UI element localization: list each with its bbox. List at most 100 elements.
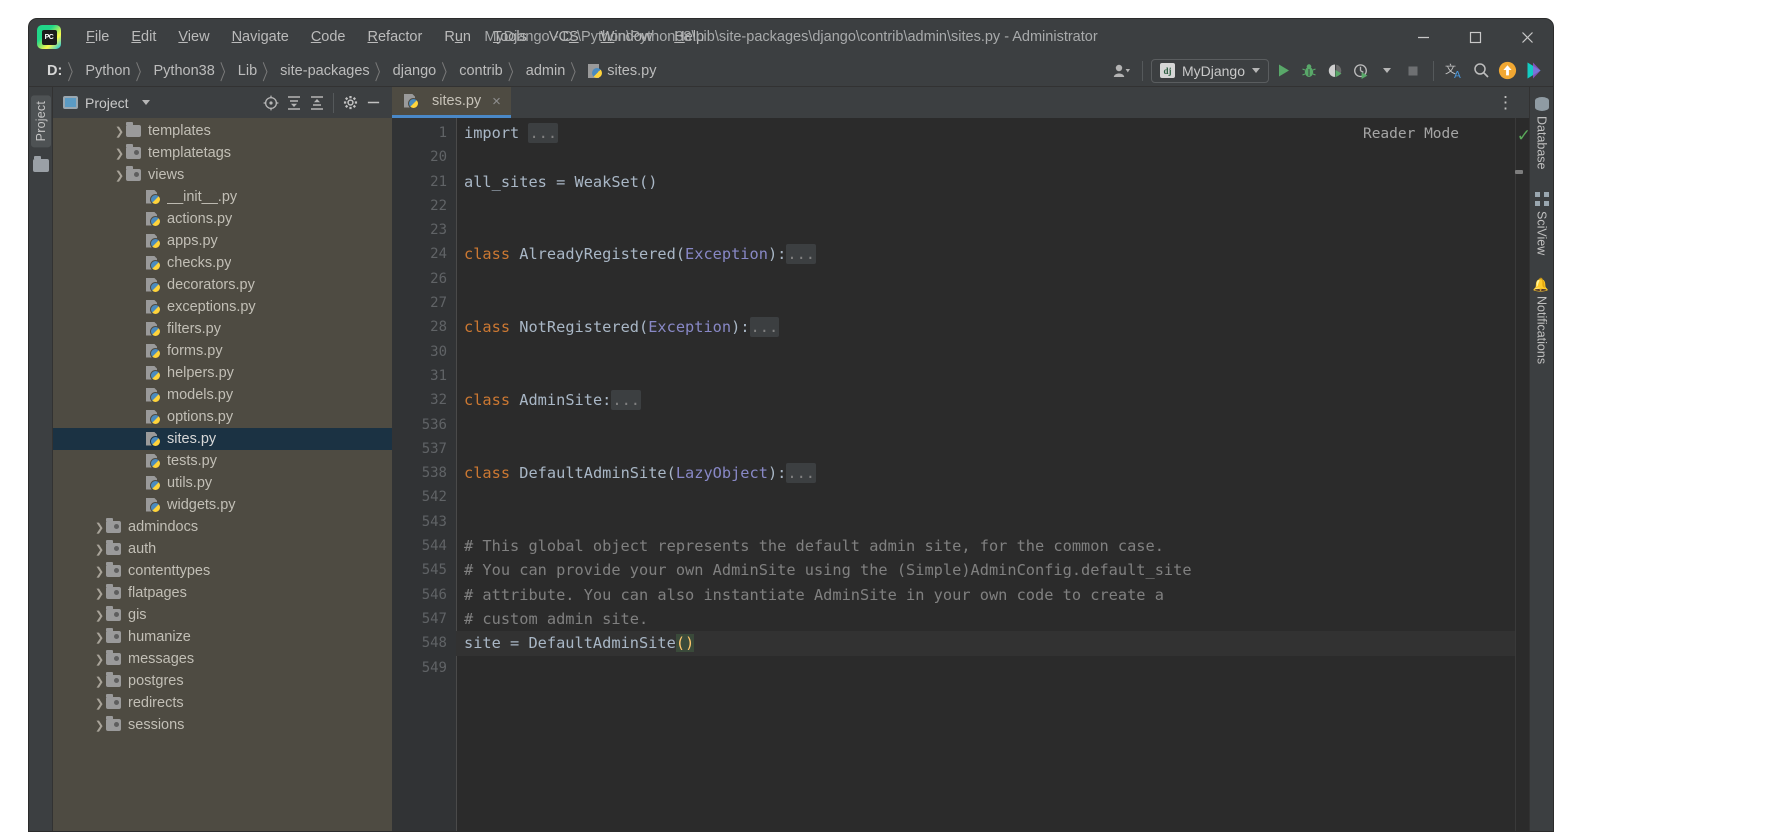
update-button[interactable] xyxy=(1495,59,1520,83)
translate-button[interactable]: 文 A xyxy=(1442,59,1467,83)
tree-item-auth[interactable]: ❯ auth xyxy=(53,538,392,560)
code-line[interactable] xyxy=(456,218,1515,242)
tree-item-contenttypes[interactable]: ❯ contenttypes xyxy=(53,560,392,582)
close-icon[interactable]: × xyxy=(492,93,501,110)
breadcrumb-item-contrib[interactable]: contrib xyxy=(455,61,507,81)
tree-item-filterspy[interactable]: filters.py xyxy=(53,318,392,340)
menu-item-help[interactable]: Help xyxy=(663,26,715,48)
code-editor[interactable]: 1+ 20 21 22 23 24+ 26 27 28+ 30 31 32+ 536 537 538+ 542… xyxy=(392,118,1531,831)
chevron-right-icon[interactable]: ❯ xyxy=(93,609,106,622)
breadcrumb-item-python38[interactable]: Python38 xyxy=(150,61,219,81)
breadcrumb-item-d[interactable]: D: xyxy=(43,61,66,81)
locate-file-button[interactable] xyxy=(260,92,282,114)
editor-options-icon[interactable]: ⋮ xyxy=(1491,94,1521,111)
tree-item-exceptionspy[interactable]: exceptions.py xyxy=(53,296,392,318)
code-content[interactable]: Reader Mode import ... all_sites = WeakSe… xyxy=(456,118,1515,831)
tree-item-sitespy[interactable]: sites.py xyxy=(53,428,392,450)
code-line[interactable]: import ... xyxy=(456,121,1515,145)
hide-panel-button[interactable] xyxy=(362,92,384,114)
menu-item-refactor[interactable]: Refactor xyxy=(357,26,434,48)
tree-item-humanize[interactable]: ❯ humanize xyxy=(53,626,392,648)
profile-selector-button[interactable] xyxy=(1110,59,1134,83)
chevron-right-icon[interactable]: ❯ xyxy=(113,147,126,160)
code-line[interactable] xyxy=(456,340,1515,364)
code-line[interactable] xyxy=(456,194,1515,218)
code-line[interactable]: # attribute. You can also instantiate Ad… xyxy=(456,583,1515,607)
chevron-right-icon[interactable]: ❯ xyxy=(93,653,106,666)
menu-item-navigate[interactable]: Navigate xyxy=(221,26,300,48)
breadcrumb-item-file[interactable]: sites.py xyxy=(584,61,660,81)
debug-button[interactable] xyxy=(1297,59,1321,83)
tree-item-utilspy[interactable]: utils.py xyxy=(53,472,392,494)
search-everywhere-button[interactable] xyxy=(1469,59,1493,83)
minimize-button[interactable] xyxy=(1397,19,1449,55)
code-line[interactable]: class AlreadyRegistered(Exception):... xyxy=(456,242,1515,266)
code-line[interactable] xyxy=(456,437,1515,461)
settings-gear-button[interactable] xyxy=(339,92,361,114)
breadcrumb-item-sitepackages[interactable]: site-packages xyxy=(276,61,373,81)
ide-features-button[interactable] xyxy=(1522,59,1547,83)
editor-error-stripe[interactable]: ✓ xyxy=(1515,118,1531,831)
tree-item-decoratorspy[interactable]: decorators.py xyxy=(53,274,392,296)
breadcrumb-item-django[interactable]: django xyxy=(389,61,441,81)
stripe-tab-database[interactable]: Database xyxy=(1533,93,1551,174)
code-line[interactable]: class NotRegistered(Exception):... xyxy=(456,315,1515,339)
chevron-right-icon[interactable]: ❯ xyxy=(113,169,126,182)
code-line[interactable]: # custom admin site. xyxy=(456,607,1515,631)
chevron-right-icon[interactable]: ❯ xyxy=(93,543,106,556)
menu-item-window[interactable]: Window xyxy=(590,26,664,48)
tree-item-optionspy[interactable]: options.py xyxy=(53,406,392,428)
menu-item-vcs[interactable]: VCS xyxy=(538,26,590,48)
code-line[interactable]: all_sites = WeakSet() xyxy=(456,170,1515,194)
run-button[interactable] xyxy=(1271,59,1295,83)
menu-item-run[interactable]: Run xyxy=(433,26,482,48)
reader-mode-label[interactable]: Reader Mode xyxy=(1363,126,1459,142)
close-button[interactable] xyxy=(1501,19,1553,55)
breadcrumb-item-admin[interactable]: admin xyxy=(522,61,570,81)
chevron-right-icon[interactable]: ❯ xyxy=(93,521,106,534)
tree-item-checkspy[interactable]: checks.py xyxy=(53,252,392,274)
code-line[interactable] xyxy=(456,656,1515,680)
tree-item-flatpages[interactable]: ❯ flatpages xyxy=(53,582,392,604)
chevron-right-icon[interactable]: ❯ xyxy=(93,587,106,600)
tree-item-postgres[interactable]: ❯ postgres xyxy=(53,670,392,692)
code-line[interactable] xyxy=(456,267,1515,291)
breadcrumb-item-python[interactable]: Python xyxy=(81,61,134,81)
structure-icon[interactable] xyxy=(32,156,49,173)
project-panel-title-group[interactable]: Project xyxy=(63,95,150,111)
tree-item-helperspy[interactable]: helpers.py xyxy=(53,362,392,384)
tree-item-templatetags[interactable]: ❯ templatetags xyxy=(53,142,392,164)
profile-dropdown-button[interactable] xyxy=(1375,59,1399,83)
code-line[interactable] xyxy=(456,145,1515,169)
code-line[interactable] xyxy=(456,291,1515,315)
editor-tab-sites-py[interactable]: sites.py × xyxy=(392,87,511,118)
stripe-tab-notifications[interactable]: 🔔 Notifications xyxy=(1533,273,1551,368)
tree-item-actionspy[interactable]: actions.py xyxy=(53,208,392,230)
tree-item-modelspy[interactable]: models.py xyxy=(53,384,392,406)
stripe-tab-sciview[interactable]: SciView xyxy=(1533,188,1551,259)
profile-button[interactable] xyxy=(1349,59,1373,83)
tree-item-gis[interactable]: ❯ gis xyxy=(53,604,392,626)
menu-item-code[interactable]: Code xyxy=(300,26,357,48)
chevron-right-icon[interactable]: ❯ xyxy=(93,631,106,644)
code-line[interactable]: class AdminSite:... xyxy=(456,388,1515,412)
code-line[interactable] xyxy=(456,364,1515,388)
menu-item-edit[interactable]: Edit xyxy=(120,26,167,48)
menu-item-view[interactable]: View xyxy=(167,26,220,48)
inspection-status-icon[interactable]: ✓ xyxy=(1517,126,1531,146)
tree-item-views[interactable]: ❯ views xyxy=(53,164,392,186)
chevron-right-icon[interactable]: ❯ xyxy=(93,697,106,710)
code-line[interactable] xyxy=(456,485,1515,509)
stop-button[interactable] xyxy=(1401,59,1425,83)
tree-item-messages[interactable]: ❯ messages xyxy=(53,648,392,670)
tree-item-formspy[interactable]: forms.py xyxy=(53,340,392,362)
breadcrumb-item-lib[interactable]: Lib xyxy=(234,61,261,81)
tree-item-admindocs[interactable]: ❯ admindocs xyxy=(53,516,392,538)
chevron-right-icon[interactable]: ❯ xyxy=(93,675,106,688)
code-line[interactable]: # This global object represents the defa… xyxy=(456,534,1515,558)
chevron-right-icon[interactable]: ❯ xyxy=(113,125,126,138)
line-number-gutter[interactable]: 1+ 20 21 22 23 24+ 26 27 28+ 30 31 32+ 536 537 538+ 542… xyxy=(392,118,470,831)
chevron-right-icon[interactable]: ❯ xyxy=(93,565,106,578)
stripe-tab-project[interactable]: Project xyxy=(30,95,51,148)
chevron-right-icon[interactable]: ❯ xyxy=(93,719,106,732)
